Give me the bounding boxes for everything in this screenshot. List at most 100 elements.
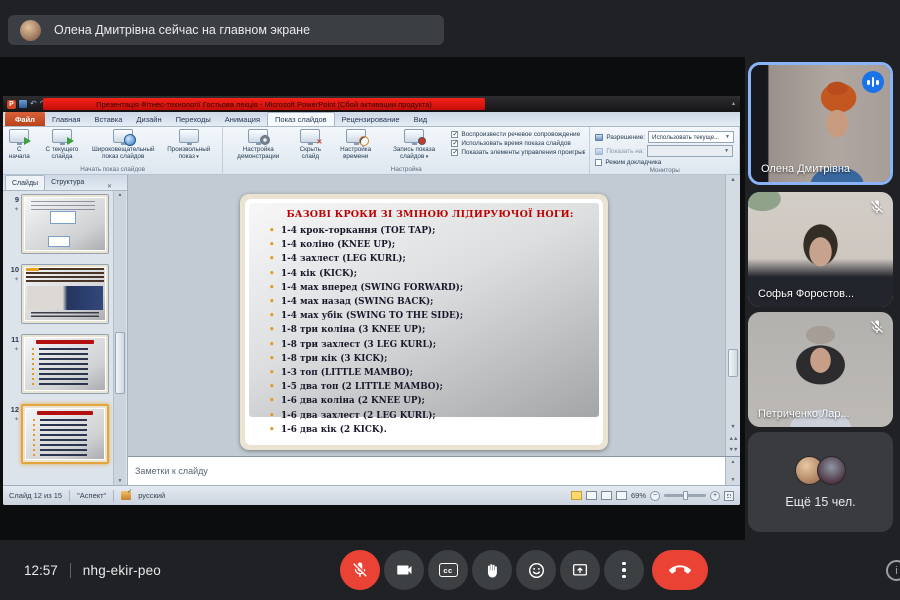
notes-pane[interactable]: Заметки к слайду ▲▼ [128, 456, 740, 485]
show-on-dropdown[interactable]: ▼ [647, 145, 733, 157]
resolution-label: Разрешение: [606, 134, 645, 141]
slide-thumbnail[interactable] [21, 404, 109, 464]
present-button[interactable] [560, 550, 600, 590]
slide-number: 12 [11, 405, 19, 414]
ribbon-checkbox-row[interactable]: Показать элементы управления проигрывате… [451, 149, 585, 156]
slide-thumbnail[interactable] [21, 194, 109, 254]
scrollbar-thumb[interactable] [115, 332, 125, 394]
slide-bullet: 1-8 три кік (3 KICK); [269, 352, 591, 366]
ribbon-button[interactable]: Настройка времени [329, 128, 382, 162]
save-icon[interactable] [19, 100, 27, 108]
slide-thumbnail[interactable] [21, 334, 109, 394]
show-on-icon [595, 148, 603, 155]
panel-tab[interactable]: Структура [45, 175, 90, 190]
next-slide-icon[interactable]: ▼▼ [726, 447, 740, 453]
language-indicator[interactable]: русский [138, 491, 165, 500]
slide-number: 9 [15, 195, 19, 204]
participants-sidebar: Олена Дмитрівна Софья Форостов... Петрич… [748, 62, 893, 532]
ribbon-checkbox-row[interactable]: Использовать время показа слайдов [451, 140, 585, 147]
ribbon-tab[interactable]: Переходы [169, 112, 218, 126]
ribbon-button[interactable]: С начала [5, 128, 34, 161]
ribbon-collapse-icon[interactable]: ▴ [732, 100, 735, 107]
participant-tile[interactable]: Петриченко Лар... [748, 312, 893, 427]
ribbon-button[interactable]: Скрыть слайд [291, 128, 329, 162]
previous-slide-icon[interactable]: ▲▲ [726, 436, 740, 442]
mic-off-icon [869, 319, 885, 335]
ribbon-tab[interactable]: Показ слайдов [267, 112, 335, 126]
slide-thumbnail-row: 12 ✦ [5, 404, 111, 464]
scroll-up-icon: ▲ [118, 192, 123, 198]
screen-share-area: P ↶ ↷ ▾ Презентація Фітнес-технології Го… [0, 57, 745, 540]
ribbon-button[interactable]: Произвольный показ [157, 128, 220, 162]
presenter-toast: Олена Дмитрівна сейчас на главном экране [8, 15, 444, 45]
ribbon-checkbox-row[interactable]: Воспроизвести речевое сопровождение [451, 131, 585, 138]
zoom-in-button[interactable]: + [710, 491, 720, 501]
ribbon-tab-bar: ФайлГлавнаяВставкаДизайнПереходыАнимация… [3, 112, 740, 127]
presenter-mode-row[interactable]: Режим докладчика [595, 159, 661, 166]
ribbon-tab[interactable]: Файл [5, 112, 45, 126]
ribbon-tab[interactable]: Вид [407, 112, 435, 126]
zoom-out-button[interactable]: − [650, 491, 660, 501]
smiley-icon [527, 561, 546, 580]
reading-view-icon[interactable] [601, 491, 612, 500]
scrollbar-thumb[interactable] [728, 349, 738, 377]
normal-view-icon[interactable] [571, 491, 582, 500]
meet-window: Олена Дмитрівна сейчас на главном экране… [0, 0, 900, 600]
raise-hand-button[interactable] [472, 550, 512, 590]
animation-star-icon: ✦ [14, 346, 19, 353]
slide-editor: БАЗОВІ КРОКИ ЗІ ЗМІНОЮ ЛІДИРУЮЧОЇ НОГИ: … [128, 175, 740, 456]
animation-star-icon: ✦ [14, 206, 19, 213]
undo-icon[interactable]: ↶ [30, 100, 37, 108]
camera-button[interactable] [384, 550, 424, 590]
slide-canvas[interactable]: БАЗОВІ КРОКИ ЗІ ЗМІНОЮ ЛІДИРУЮЧОЇ НОГИ: … [240, 194, 608, 450]
ribbon-button[interactable]: С текущего слайда [35, 128, 90, 161]
participant-name: Олена Дмитрівна [761, 163, 850, 175]
resolution-dropdown[interactable]: Использовать текуще... ▼ [648, 131, 734, 143]
powerpoint-window: P ↶ ↷ ▾ Презентація Фітнес-технології Го… [3, 96, 740, 505]
slideshow-view-icon[interactable] [616, 491, 627, 500]
ribbon-tab[interactable]: Главная [45, 112, 88, 126]
editor-scrollbar[interactable]: ▲ ▼ ▲▲ ▼▼ [725, 175, 740, 456]
ribbon-button[interactable]: Настройка демонстрации [225, 128, 291, 162]
reactions-button[interactable] [516, 550, 556, 590]
spellcheck-icon[interactable] [121, 491, 131, 500]
slide-bullet: 1-4 мах вперед (SWING FORWARD); [269, 281, 591, 295]
close-icon[interactable]: ✕ [107, 183, 112, 190]
participant-tile[interactable]: Софья Форостов... [748, 192, 893, 307]
checkbox-unchecked-icon[interactable] [595, 159, 602, 166]
info-icon[interactable]: i [886, 560, 900, 581]
notes-scrollbar[interactable]: ▲▼ [725, 457, 740, 485]
checkbox-checked-icon[interactable] [451, 131, 458, 138]
zoom-slider-thumb[interactable] [683, 491, 688, 500]
slide-bullet: 1-6 два коліна (2 KNEE UP); [269, 394, 591, 408]
ribbon-tab[interactable]: Рецензирование [335, 112, 407, 126]
scroll-down-icon: ▼ [118, 478, 123, 484]
checkbox-checked-icon[interactable] [451, 140, 458, 147]
more-participants-tile[interactable]: Ещё 15 чел. [748, 432, 893, 532]
end-call-button[interactable] [652, 550, 708, 590]
scroll-up-icon: ▲ [731, 459, 736, 465]
window-title: Презентація Фітнес-технології Гостьова л… [43, 98, 485, 110]
participant-tile[interactable]: Олена Дмитрівна [748, 62, 893, 185]
slide-sorter-icon[interactable] [586, 491, 597, 500]
theme-name: "Аспект" [77, 491, 106, 500]
ribbon-button[interactable]: Запись показа слайдов [382, 128, 446, 162]
ribbon-tab[interactable]: Вставка [88, 112, 130, 126]
checkbox-checked-icon[interactable] [451, 149, 458, 156]
captions-button[interactable]: cc [428, 550, 468, 590]
panel-tab[interactable]: Слайды [5, 175, 45, 190]
slide-thumbnail[interactable] [21, 264, 109, 324]
fit-to-window-icon[interactable] [724, 491, 734, 501]
panel-scrollbar[interactable]: ▲ ▼ [113, 191, 126, 485]
slide-number: 10 [11, 265, 19, 274]
ribbon-group-setup: Настройка демонстрации Скрыть слайд Наст… [223, 127, 590, 174]
slides-panel: СлайдыСтруктура ✕ 9 ✦ [3, 175, 128, 485]
ribbon-tab[interactable]: Анимация [218, 112, 267, 126]
ppt-status-bar: Слайд 12 из 15 "Аспект" русский 69% − + [3, 485, 740, 505]
mic-mute-button[interactable] [340, 550, 380, 590]
more-options-button[interactable] [604, 550, 644, 590]
ribbon-button[interactable]: Широковещательный показ слайдов [90, 128, 156, 161]
zoom-slider[interactable] [664, 494, 706, 497]
ribbon-tab[interactable]: Дизайн [129, 112, 168, 126]
call-end-icon [669, 559, 691, 581]
